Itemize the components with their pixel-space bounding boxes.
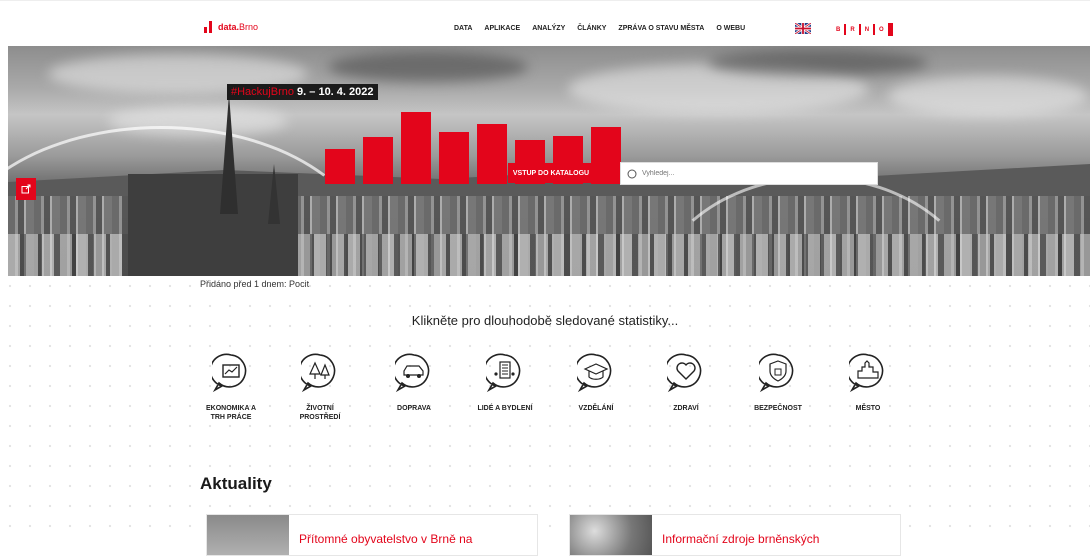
category-label: VZDĚLÁNÍ: [578, 405, 614, 412]
news-thumbnail: [207, 515, 289, 555]
category-label: DOPRAVA: [397, 405, 431, 412]
added-note: Přidáno před 1 dnem: Pocit: [200, 279, 310, 289]
hero-bar: [477, 124, 507, 184]
economy-chart-icon: [209, 353, 247, 393]
brno-letter-o: O: [879, 26, 884, 33]
brno-letter-n: N: [864, 26, 870, 33]
category-label: LIDÉ A BYDLENÍ: [477, 405, 533, 412]
hero-bar: [439, 132, 469, 184]
news-thumbnail: [570, 515, 652, 555]
data-brno-logo[interactable]: data.Brno: [204, 21, 258, 33]
category-label: MĚSTO: [855, 405, 881, 412]
hackuj-hashtag: #HackujBrno: [231, 86, 294, 98]
logo-text: data.Brno: [218, 22, 258, 32]
logo-city: Brno: [239, 22, 259, 32]
graduation-cap-icon: [574, 353, 612, 393]
hero-bar: [591, 127, 621, 184]
brno-city-logo[interactable]: B R N O: [836, 23, 893, 36]
search-input[interactable]: [640, 169, 864, 178]
buildings-people-icon: [483, 353, 521, 393]
nav-analyzy[interactable]: ANALÝZY: [532, 25, 565, 32]
category-mesto[interactable]: MĚSTO: [838, 353, 898, 413]
category-label: ŽIVOTNÍ PROSTŘEDÍ: [299, 405, 341, 421]
city-icon: [846, 353, 884, 393]
hero-bar: [363, 137, 393, 184]
category-zivotni-prostredi[interactable]: ŽIVOTNÍ PROSTŘEDÍ: [290, 353, 350, 422]
nav-aplikace[interactable]: APLIKACE: [484, 25, 520, 32]
shield-lock-icon: [756, 353, 794, 393]
brno-letter-b: B: [836, 26, 841, 33]
share-icon: [21, 184, 31, 194]
category-doprava[interactable]: DOPRAVA: [384, 353, 444, 413]
hero-bar: [401, 112, 431, 184]
hero-bar: [325, 149, 355, 184]
uk-flag-icon[interactable]: [795, 23, 811, 34]
category-ekonomika[interactable]: EKONOMIKA A TRH PRÁCE: [201, 353, 261, 422]
category-bezpecnost[interactable]: BEZPEČNOST: [748, 353, 808, 413]
category-label: BEZPEČNOST: [754, 405, 802, 412]
hero-banner: #HackujBrno 9. – 10. 4. 2022 VSTUP DO KA…: [8, 46, 1090, 276]
search-box: [620, 162, 878, 185]
catalog-entry-button[interactable]: VSTUP DO KATALOGU: [508, 163, 594, 183]
news-heading: Aktuality: [200, 474, 272, 493]
category-vzdelani[interactable]: VZDĚLÁNÍ: [566, 353, 626, 413]
nav-data[interactable]: DATA: [454, 25, 472, 32]
category-label: ZDRAVÍ: [673, 405, 699, 412]
statistics-heading: Klikněte pro dlouhodobě sledované statis…: [411, 313, 679, 328]
nav-zprava-o-stavu-mesta[interactable]: ZPRÁVA O STAVU MĚSTA: [618, 25, 704, 32]
share-button[interactable]: [16, 178, 36, 200]
logo-bars-icon: [204, 21, 212, 33]
category-label: EKONOMIKA A TRH PRÁCE: [205, 405, 257, 421]
trees-icon: [298, 353, 336, 393]
main-nav: DATA APLIKACE ANALÝZY ČLÁNKY ZPRÁVA O ST…: [454, 25, 757, 32]
logo-brand: data.: [218, 22, 240, 32]
heart-icon: [664, 353, 702, 393]
hackuj-dates: 9. – 10. 4. 2022: [297, 86, 374, 98]
news-card-title[interactable]: Přítomné obyvatelstvo v Brně na: [299, 532, 472, 546]
search-icon: [627, 169, 637, 178]
news-card-title[interactable]: Informační zdroje brněnských: [662, 532, 819, 546]
category-zdravi[interactable]: ZDRAVÍ: [656, 353, 716, 413]
hackuj-brno-banner[interactable]: #HackujBrno 9. – 10. 4. 2022: [227, 84, 378, 100]
top-navigation-bar: data.Brno DATA APLIKACE ANALÝZY ČLÁNKY Z…: [0, 0, 1090, 47]
category-lide-a-bydleni[interactable]: LIDÉ A BYDLENÍ: [475, 353, 535, 413]
news-card[interactable]: Přítomné obyvatelstvo v Brně na: [206, 514, 538, 556]
nav-o-webu[interactable]: O WEBU: [716, 25, 745, 32]
brno-letter-r: R: [850, 26, 855, 33]
news-card[interactable]: Informační zdroje brněnských: [569, 514, 901, 556]
nav-clanky[interactable]: ČLÁNKY: [577, 25, 606, 32]
car-icon: [392, 353, 430, 393]
